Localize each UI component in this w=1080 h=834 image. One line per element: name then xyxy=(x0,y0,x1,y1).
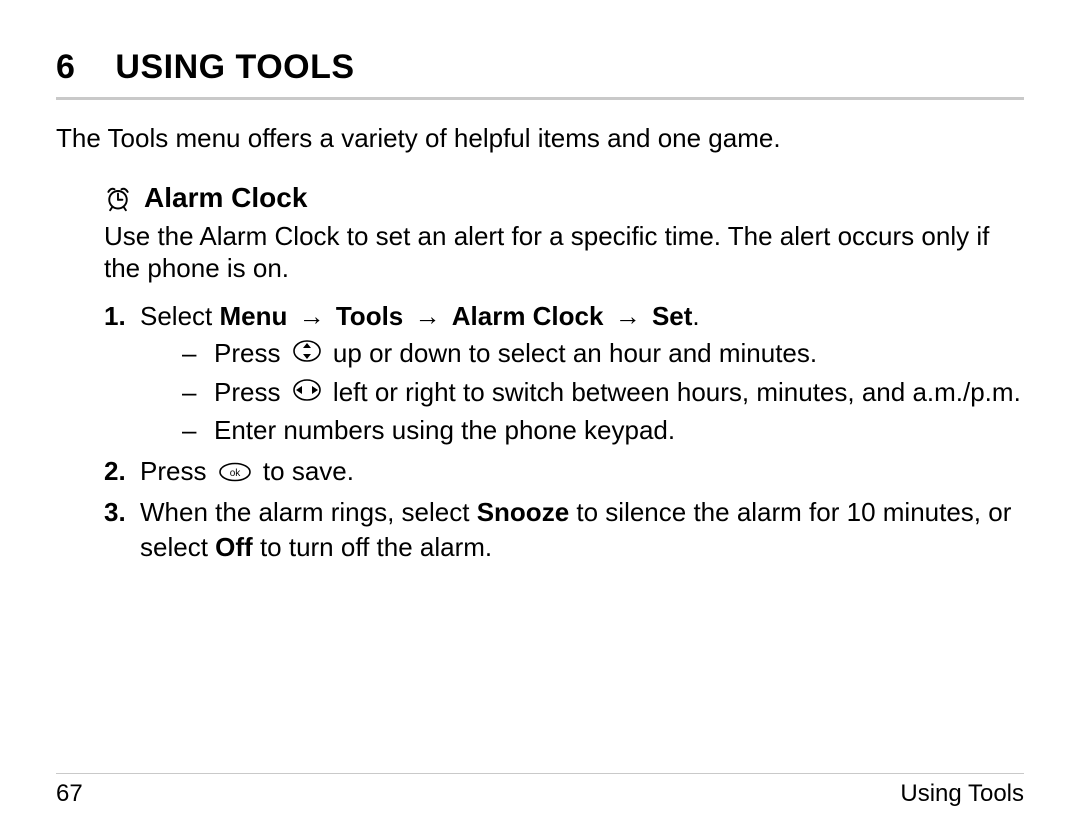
alarm-clock-icon xyxy=(104,184,132,212)
arrow-icon: → xyxy=(411,301,445,331)
step-number: 2. xyxy=(104,454,134,491)
nav-leftright-key-icon xyxy=(292,376,322,411)
text: left or right to switch between hours, m… xyxy=(333,377,1021,407)
bullet-dash: – xyxy=(182,413,214,448)
step-3: 3. When the alarm rings, select Snooze t… xyxy=(104,495,1024,565)
substep: – Press left or right to switch betw xyxy=(182,375,1024,412)
step-body: Select Menu → Tools → Alarm Clock → Set.… xyxy=(140,299,1024,451)
chapter-intro: The Tools menu offers a variety of helpf… xyxy=(56,122,1024,156)
manual-page: 6 USING TOOLS The Tools menu offers a va… xyxy=(0,0,1080,834)
substep: – Enter numbers using the phone keypad. xyxy=(182,413,1024,448)
step-2: 2. Press ok to save. xyxy=(104,454,1024,491)
footer-section-name: Using Tools xyxy=(900,780,1024,808)
nav-updown-key-icon xyxy=(292,337,322,372)
section-heading: Alarm Clock xyxy=(104,182,1024,214)
step-1: 1. Select Menu → Tools → Alarm Clock → S… xyxy=(104,299,1024,451)
bullet-dash: – xyxy=(182,375,214,412)
step-number: 3. xyxy=(104,495,134,565)
page-number: 67 xyxy=(56,780,83,808)
page-footer: 67 Using Tools xyxy=(56,773,1024,808)
text: Press xyxy=(214,377,288,407)
substeps-list: – Press up or down to select an hour xyxy=(182,336,1024,448)
chapter-heading: 6 USING TOOLS xyxy=(56,48,1024,100)
substep-body: Enter numbers using the phone keypad. xyxy=(214,413,1024,448)
bullet-dash: – xyxy=(182,336,214,373)
section-title: Alarm Clock xyxy=(144,182,307,214)
chapter-title: USING TOOLS xyxy=(115,48,354,87)
option-snooze: Snooze xyxy=(477,497,569,527)
text: up or down to select an hour and minutes… xyxy=(333,338,817,368)
menu-path-alarm-clock: Alarm Clock xyxy=(452,301,604,331)
step-text: Select Menu → Tools → Alarm Clock → Set. xyxy=(140,301,700,331)
menu-path-set: Set xyxy=(652,301,692,331)
text: Select xyxy=(140,301,220,331)
text: to save. xyxy=(263,456,354,486)
text: . xyxy=(692,301,699,331)
ok-key-icon: ok xyxy=(218,456,252,491)
chapter-number: 6 xyxy=(56,48,75,87)
step-body: When the alarm rings, select Snooze to s… xyxy=(140,495,1024,565)
arrow-icon: → xyxy=(295,301,329,331)
text: to turn off the alarm. xyxy=(260,532,492,562)
text: When the alarm rings, select xyxy=(140,497,477,527)
text: Press xyxy=(140,456,214,486)
substep-body: Press left or right to switch between ho… xyxy=(214,375,1024,412)
substep: – Press up or down to select an hour xyxy=(182,336,1024,373)
menu-path-tools: Tools xyxy=(336,301,403,331)
section-description: Use the Alarm Clock to set an alert for … xyxy=(104,220,1014,285)
text: Press xyxy=(214,338,288,368)
substep-body: Press up or down to select an hour and m… xyxy=(214,336,1024,373)
step-body: Press ok to save. xyxy=(140,454,1024,491)
step-number: 1. xyxy=(104,299,134,451)
option-off: Off xyxy=(215,532,253,562)
menu-path-menu: Menu xyxy=(220,301,288,331)
arrow-icon: → xyxy=(611,301,645,331)
svg-text:ok: ok xyxy=(229,468,241,479)
steps-list: 1. Select Menu → Tools → Alarm Clock → S… xyxy=(104,299,1024,565)
